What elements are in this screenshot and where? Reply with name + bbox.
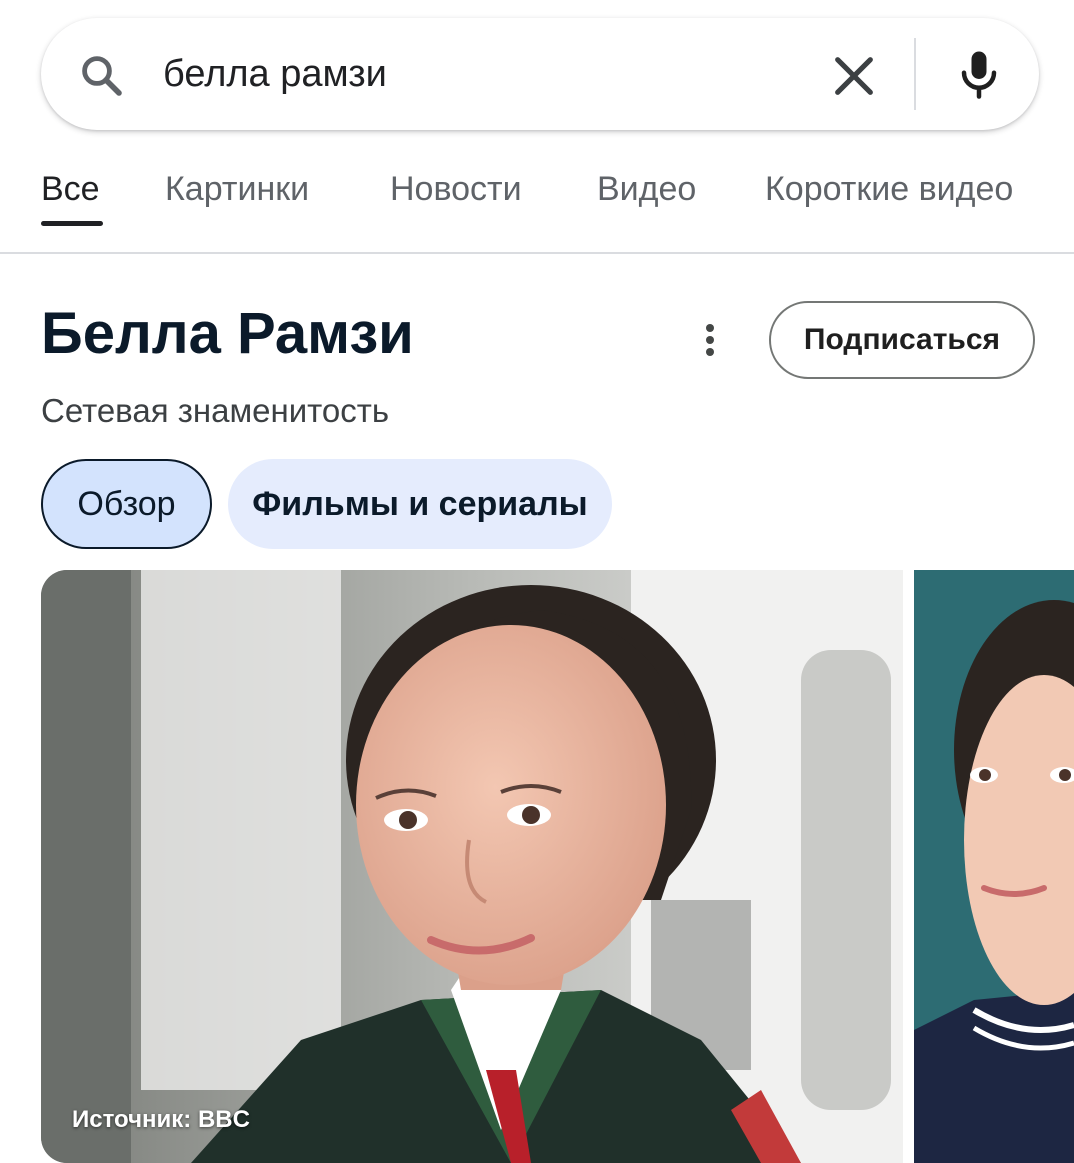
close-icon[interactable] <box>826 48 882 104</box>
active-tab-indicator <box>41 221 103 226</box>
portrait-illustration-secondary <box>914 570 1074 1163</box>
entity-image-secondary[interactable] <box>914 570 1074 1163</box>
search-input[interactable]: белла рамзи <box>163 48 387 100</box>
search-icon[interactable] <box>78 52 126 100</box>
entity-image-main[interactable]: Источник: BBC <box>41 570 903 1163</box>
tab-images[interactable]: Картинки <box>165 170 309 209</box>
subscribe-button[interactable]: Подписаться <box>769 301 1035 379</box>
entity-title: Белла Рамзи <box>41 301 414 366</box>
image-source-label: Источник: BBC <box>72 1106 250 1133</box>
tab-short-videos[interactable]: Короткие видео <box>765 170 1013 209</box>
microphone-icon[interactable] <box>949 44 1009 104</box>
tab-all[interactable]: Все <box>41 170 100 209</box>
chip-films-and-series[interactable]: Фильмы и сериалы <box>228 459 612 549</box>
chip-overview[interactable]: Обзор <box>41 459 212 549</box>
portrait-illustration <box>41 570 903 1163</box>
tab-news[interactable]: Новости <box>390 170 522 209</box>
tabs-divider <box>0 252 1074 254</box>
search-bar[interactable]: белла рамзи <box>41 18 1039 130</box>
entity-subtitle: Сетевая знаменитость <box>41 392 390 429</box>
more-vertical-icon[interactable] <box>690 320 730 360</box>
tab-video[interactable]: Видео <box>597 170 696 209</box>
search-divider <box>914 38 916 110</box>
search-tabs: Все Картинки Новости Видео Короткие виде… <box>0 150 1074 254</box>
